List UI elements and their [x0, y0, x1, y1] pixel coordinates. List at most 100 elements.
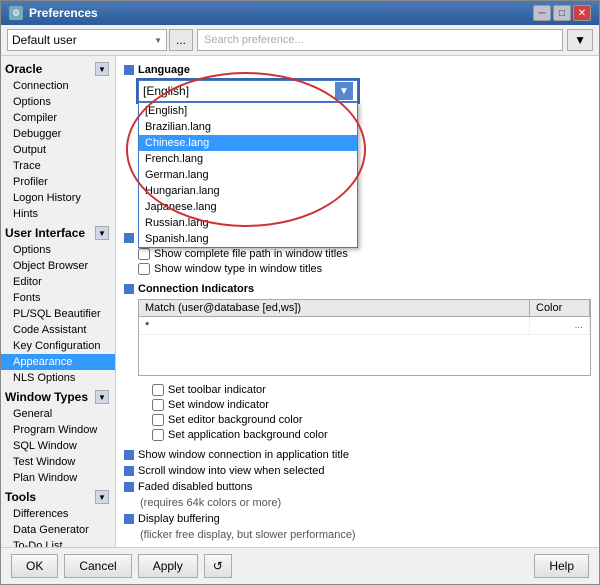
cb-toolbar-input[interactable]	[152, 384, 164, 396]
sidebar-section-window-types-header[interactable]: Window Types ▼	[1, 388, 115, 406]
table-cell-color-1: ...	[530, 317, 590, 334]
lang-option-brazilian[interactable]: Brazilian.lang	[139, 119, 357, 135]
sidebar-item-fonts[interactable]: Fonts	[1, 290, 115, 306]
sidebar-item-plsql-beautifier[interactable]: PL/SQL Beautifier	[1, 306, 115, 322]
cb-editor-bg-input[interactable]	[152, 414, 164, 426]
sidebar-item-object-browser[interactable]: Object Browser	[1, 258, 115, 274]
cb-editor-bg: Set editor background color	[152, 414, 591, 426]
lang-option-english[interactable]: [English]	[139, 103, 357, 119]
tools-collapse-btn[interactable]: ▼	[95, 490, 109, 504]
sidebar-item-test-window[interactable]: Test Window	[1, 454, 115, 470]
cb-app-bg-label: Set application background color	[168, 429, 328, 441]
language-section-label: Language	[138, 64, 190, 76]
sidebar-item-todo-list[interactable]: To-Do List	[1, 538, 115, 547]
sidebar-item-profiler[interactable]: Profiler	[1, 174, 115, 190]
language-section-header: Language	[124, 64, 591, 76]
cb-app-bg-input[interactable]	[152, 429, 164, 441]
help-button[interactable]: Help	[534, 554, 589, 578]
language-section-icon	[124, 65, 134, 75]
lang-option-russian[interactable]: Russian.lang	[139, 215, 357, 231]
display-sublabel: (flicker free display, but slower perfor…	[140, 529, 591, 541]
indicator-checkboxes: Set toolbar indicator Set window indicat…	[138, 384, 591, 441]
sidebar-item-nls-options[interactable]: NLS Options	[1, 370, 115, 386]
ok-button[interactable]: OK	[11, 554, 58, 578]
language-dropdown-container: [English] ▼ [English] Brazilian.lang Chi…	[138, 80, 591, 102]
sidebar-item-plan-window[interactable]: Plan Window	[1, 470, 115, 486]
sidebar-item-key-config[interactable]: Key Configuration	[1, 338, 115, 354]
titlebar: ⚙ Preferences ─ □ ✕	[1, 1, 599, 25]
reset-button[interactable]: ↺	[204, 554, 232, 578]
search-dropdown-arrow[interactable]: ▼	[567, 29, 593, 51]
sidebar-item-options[interactable]: Options	[1, 94, 115, 110]
bottom-left-buttons: OK Cancel Apply ↺	[11, 554, 232, 578]
bottom-bar: OK Cancel Apply ↺ Help	[1, 547, 599, 584]
lang-option-chinese[interactable]: Chinese.lang	[139, 135, 357, 151]
table-header-match: Match (user@database [ed,ws])	[139, 300, 530, 316]
oracle-collapse-btn[interactable]: ▼	[95, 62, 109, 76]
sidebar-item-general[interactable]: General	[1, 406, 115, 422]
cb-toolbar-label: Set toolbar indicator	[168, 384, 266, 396]
checkbox-window-type-input[interactable]	[138, 263, 150, 275]
sidebar-item-sql-window[interactable]: SQL Window	[1, 438, 115, 454]
sidebar-section-oracle: Oracle ▼ Connection Options Compiler Deb…	[1, 60, 115, 222]
right-panel: Language [English] ▼ [English] Brazilian…	[116, 56, 599, 547]
window-icon: ⚙	[9, 6, 23, 20]
ui-collapse-btn[interactable]: ▼	[95, 226, 109, 240]
show-connection-icon	[124, 450, 134, 460]
sidebar-item-output[interactable]: Output	[1, 142, 115, 158]
sidebar-item-ui-options[interactable]: Options	[1, 242, 115, 258]
show-connection-label: Show window connection in application ti…	[138, 449, 349, 461]
sidebar-item-code-assistant[interactable]: Code Assistant	[1, 322, 115, 338]
lang-option-hungarian[interactable]: Hungarian.lang	[139, 183, 357, 199]
checkbox-file-path-input[interactable]	[138, 248, 150, 260]
faded-section: Faded disabled buttons (requires 64k col…	[124, 481, 591, 509]
table-cell-color-dots: ...	[575, 320, 583, 331]
window-types-collapse-btn[interactable]: ▼	[95, 390, 109, 404]
sidebar-section-window-types: Window Types ▼ General Program Window SQ…	[1, 388, 115, 486]
lang-option-japanese[interactable]: Japanese.lang	[139, 199, 357, 215]
sidebar-item-debugger[interactable]: Debugger	[1, 126, 115, 142]
scroll-label: Scroll window into view when selected	[138, 465, 324, 477]
user-dropdown-label: Default user	[12, 33, 77, 47]
sidebar-item-compiler[interactable]: Compiler	[1, 110, 115, 126]
faded-label: Faded disabled buttons	[138, 481, 252, 493]
cb-window-input[interactable]	[152, 399, 164, 411]
table-row-1: * ...	[139, 317, 590, 335]
language-dropdown-input[interactable]: [English] ▼	[138, 80, 358, 102]
sidebar-item-trace[interactable]: Trace	[1, 158, 115, 174]
sidebar-item-logon-history[interactable]: Logon History	[1, 190, 115, 206]
sidebar-section-tools: Tools ▼ Differences Data Generator To-Do…	[1, 488, 115, 547]
sidebar-item-appearance[interactable]: Appearance	[1, 354, 115, 370]
user-dropdown[interactable]: Default user ▼	[7, 29, 167, 51]
sidebar-section-oracle-header[interactable]: Oracle ▼	[1, 60, 115, 78]
mdi-section-icon	[124, 233, 134, 243]
sidebar-item-hints[interactable]: Hints	[1, 206, 115, 222]
lang-option-french[interactable]: French.lang	[139, 151, 357, 167]
cancel-button[interactable]: Cancel	[64, 554, 131, 578]
apply-button[interactable]: Apply	[138, 554, 198, 578]
sidebar-item-connection[interactable]: Connection	[1, 78, 115, 94]
sidebar-item-editor[interactable]: Editor	[1, 274, 115, 290]
table-cell-match-1: *	[139, 317, 530, 334]
sidebar-section-tools-header[interactable]: Tools ▼	[1, 488, 115, 506]
faded-icon	[124, 482, 134, 492]
language-dropdown-list[interactable]: [English] Brazilian.lang Chinese.lang Fr…	[138, 102, 358, 248]
table-empty-area	[139, 335, 590, 375]
preferences-window: ⚙ Preferences ─ □ ✕ Default user ▼ ... S…	[0, 0, 600, 585]
sidebar-item-data-generator[interactable]: Data Generator	[1, 522, 115, 538]
sidebar-section-ui-header[interactable]: User Interface ▼	[1, 224, 115, 242]
checkbox-window-type-label: Show window type in window titles	[154, 263, 322, 275]
cb-window: Set window indicator	[152, 399, 591, 411]
language-dropdown-arrow-btn[interactable]: ▼	[335, 82, 353, 100]
maximize-button[interactable]: □	[553, 5, 571, 21]
minimize-button[interactable]: ─	[533, 5, 551, 21]
lang-option-spanish[interactable]: Spanish.lang	[139, 231, 357, 247]
dots-button[interactable]: ...	[169, 29, 193, 51]
cb-app-bg: Set application background color	[152, 429, 591, 441]
scroll-icon	[124, 466, 134, 476]
lang-option-german[interactable]: German.lang	[139, 167, 357, 183]
sidebar-item-program-window[interactable]: Program Window	[1, 422, 115, 438]
show-connection-row: Show window connection in application ti…	[124, 449, 591, 461]
close-button[interactable]: ✕	[573, 5, 591, 21]
sidebar-item-differences[interactable]: Differences	[1, 506, 115, 522]
